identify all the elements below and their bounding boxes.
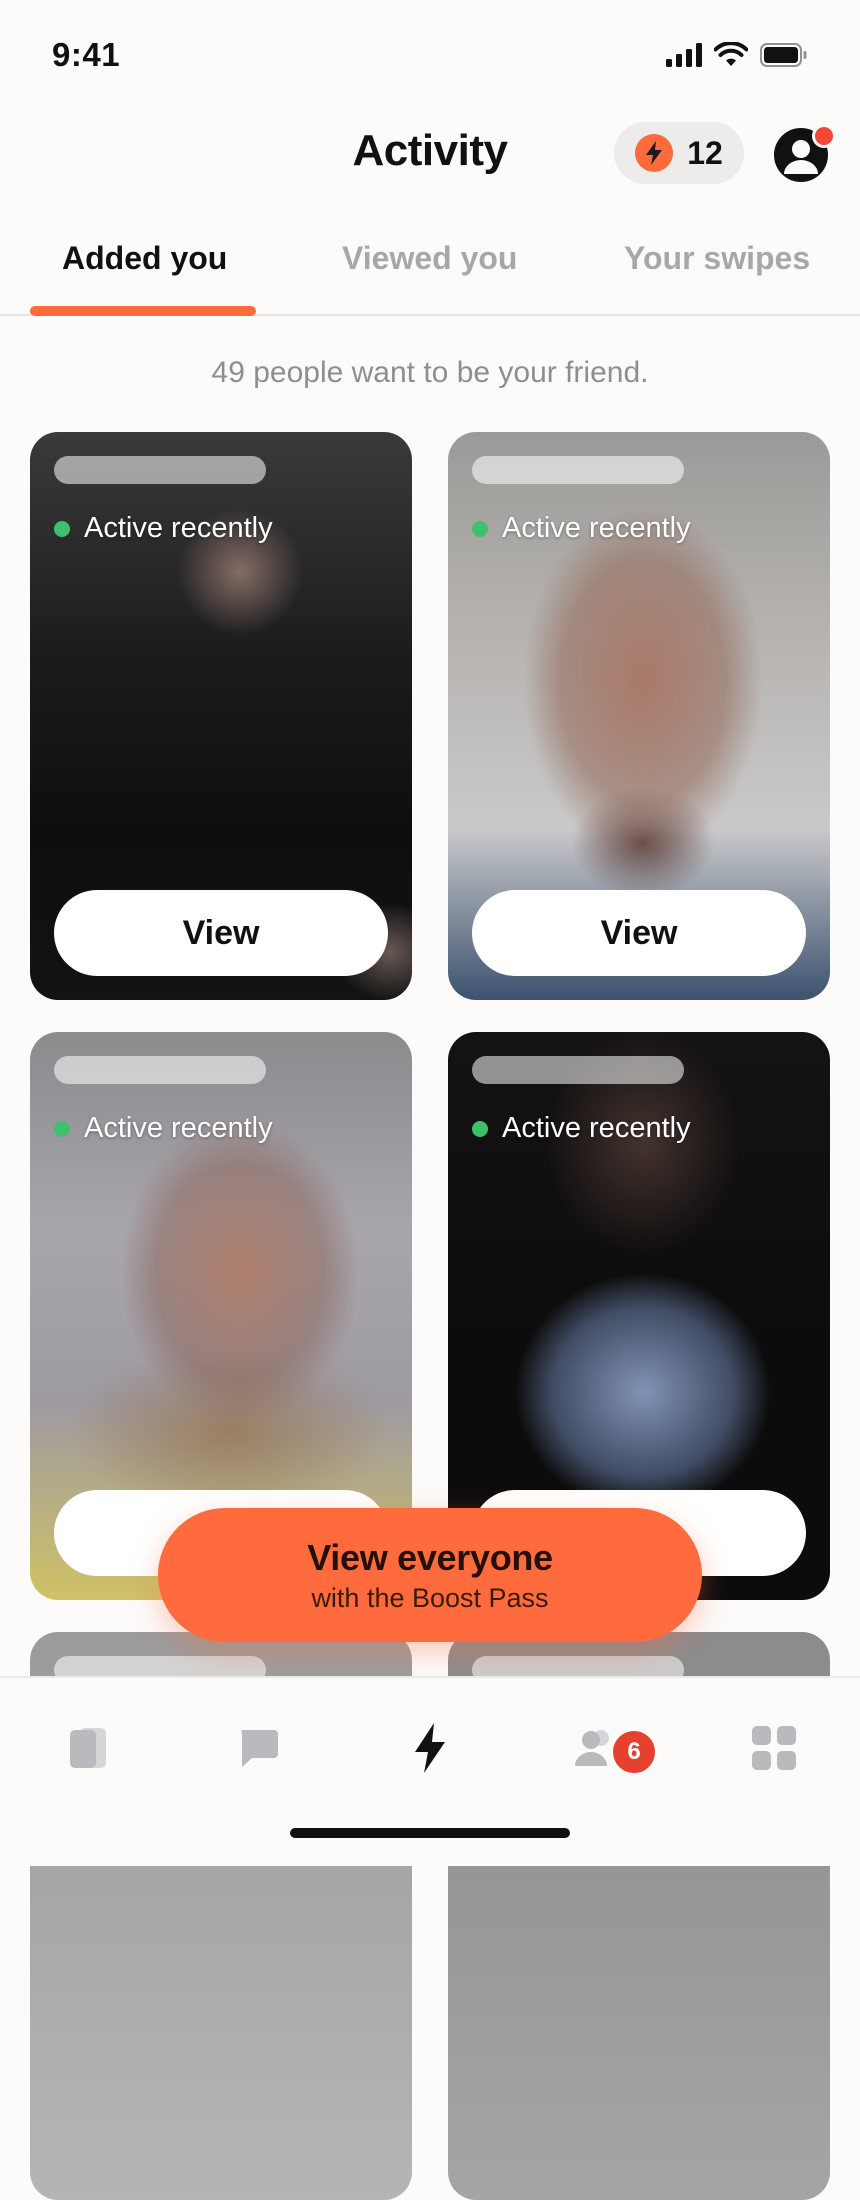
home-indicator (290, 1828, 570, 1838)
profile-card[interactable]: Active recently View (448, 432, 830, 1000)
view-button[interactable]: View (54, 890, 388, 976)
online-dot (472, 520, 488, 537)
signal-icon (666, 43, 702, 67)
blurred-name (472, 1056, 684, 1084)
active-status: Active recently (472, 512, 691, 545)
active-status-label: Active recently (84, 1112, 273, 1144)
nav-chat[interactable] (228, 1718, 288, 1778)
profile-card[interactable]: Active recently View (30, 432, 412, 1000)
online-dot (54, 1120, 70, 1137)
tab-viewed-you[interactable]: Viewed you (342, 240, 517, 277)
active-status-label: Active recently (502, 512, 691, 544)
view-button[interactable]: View (472, 890, 806, 976)
active-tab-indicator (30, 306, 256, 316)
bolt-icon (635, 134, 674, 172)
active-status: Active recently (472, 1112, 691, 1145)
battery-icon (760, 43, 807, 67)
nav-cards[interactable] (58, 1718, 118, 1778)
cta-title: View everyone (307, 1536, 553, 1578)
boost-counter-button[interactable]: 12 (614, 122, 744, 184)
blurred-name (54, 456, 266, 484)
tab-your-swipes[interactable]: Your swipes (624, 240, 810, 277)
bolt-icon (415, 1723, 445, 1773)
blurred-name (472, 456, 684, 484)
status-icons (666, 42, 808, 68)
blurred-name (54, 1056, 266, 1084)
cards-icon (70, 1728, 106, 1768)
grid-icon (752, 1726, 796, 1770)
active-status: Active recently (54, 512, 273, 545)
nav-activity[interactable] (400, 1718, 460, 1778)
notification-dot (812, 124, 836, 148)
chat-icon (241, 1730, 278, 1767)
online-dot (54, 520, 70, 537)
nav-more[interactable] (744, 1718, 804, 1778)
active-status: Active recently (54, 1112, 273, 1145)
friends-badge: 6 (610, 1728, 658, 1776)
active-status-label: Active recently (84, 512, 273, 544)
active-status-label: Active recently (502, 1112, 691, 1144)
boost-count: 12 (687, 134, 723, 171)
boost-pass-cta-button[interactable]: View everyone with the Boost Pass (158, 1508, 702, 1642)
online-dot (472, 1120, 488, 1137)
cta-subtitle: with the Boost Pass (311, 1582, 549, 1613)
tab-added-you[interactable]: Added you (62, 240, 227, 277)
status-time: 9:41 (52, 36, 121, 73)
wifi-icon (714, 42, 748, 66)
friend-count-text: 49 people want to be your friend. (211, 356, 649, 389)
